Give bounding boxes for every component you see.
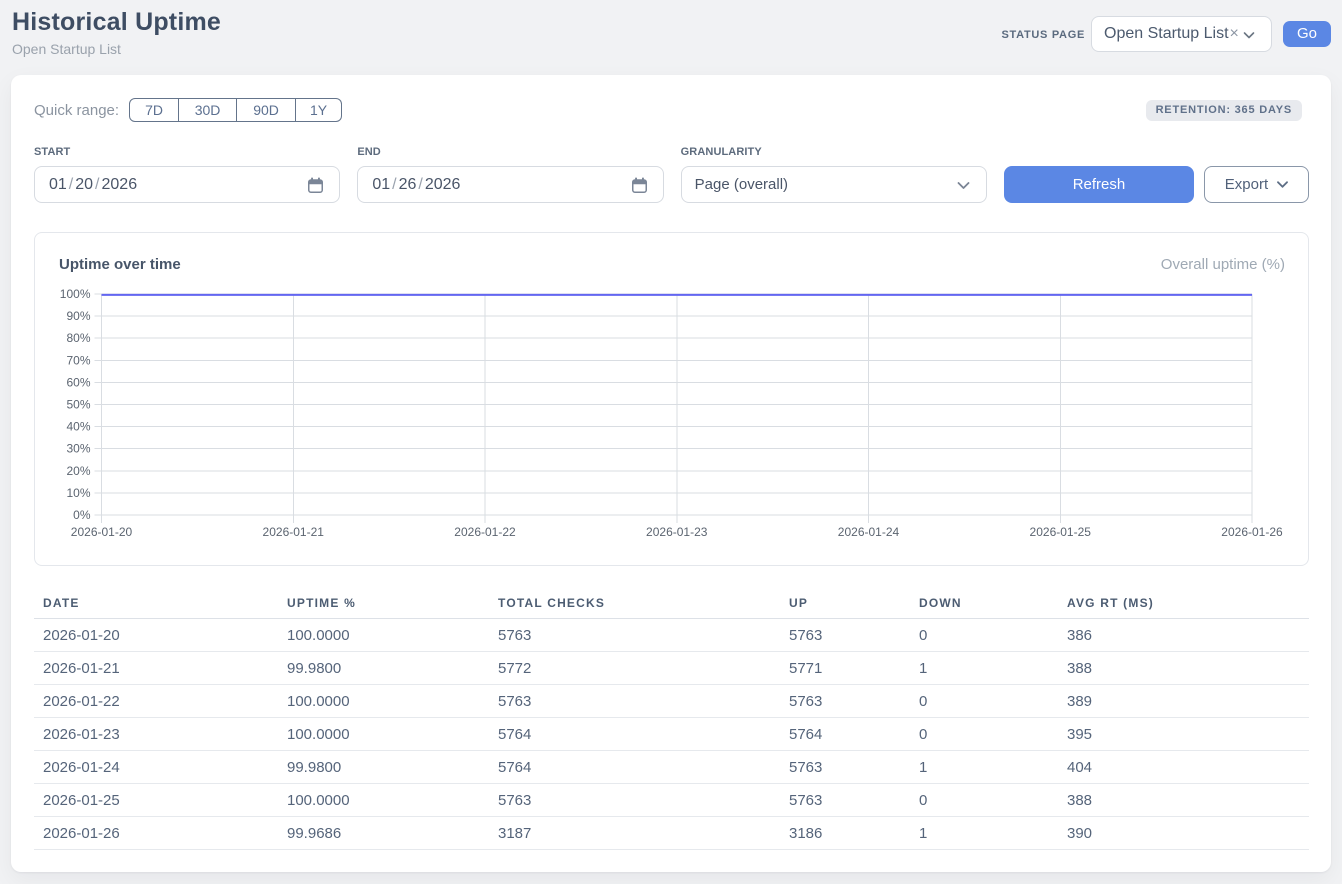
svg-text:90%: 90% xyxy=(66,309,90,323)
svg-text:2026-01-22: 2026-01-22 xyxy=(454,525,516,539)
svg-text:2026-01-26: 2026-01-26 xyxy=(1221,525,1283,539)
svg-text:0%: 0% xyxy=(73,508,91,522)
svg-text:80%: 80% xyxy=(66,331,90,345)
svg-text:2026-01-20: 2026-01-20 xyxy=(71,525,133,539)
svg-text:20%: 20% xyxy=(66,464,90,478)
svg-text:2026-01-24: 2026-01-24 xyxy=(838,525,900,539)
svg-text:10%: 10% xyxy=(66,486,90,500)
svg-text:2026-01-21: 2026-01-21 xyxy=(263,525,325,539)
svg-text:40%: 40% xyxy=(66,420,90,434)
svg-text:60%: 60% xyxy=(66,375,90,389)
svg-text:30%: 30% xyxy=(66,442,90,456)
svg-text:2026-01-25: 2026-01-25 xyxy=(1030,525,1092,539)
svg-text:100%: 100% xyxy=(60,287,91,301)
svg-text:70%: 70% xyxy=(66,353,90,367)
svg-text:50%: 50% xyxy=(66,398,90,412)
svg-text:2026-01-23: 2026-01-23 xyxy=(646,525,708,539)
